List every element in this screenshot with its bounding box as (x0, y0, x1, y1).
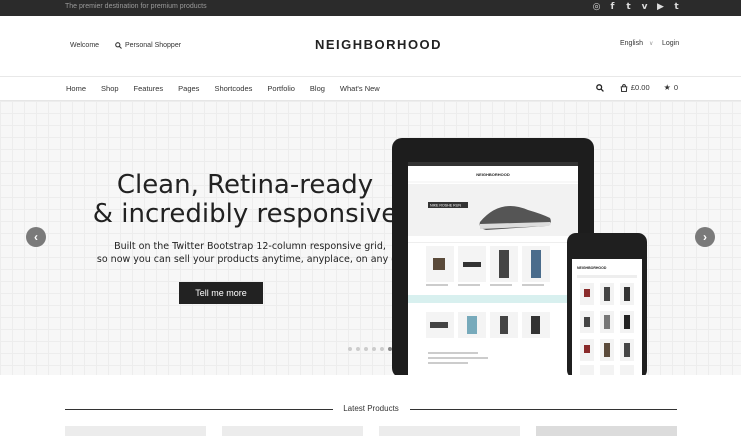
personal-shopper-label: Personal Shopper (125, 42, 182, 49)
tablet-logo: NEIGHBORHOOD (476, 172, 510, 177)
nav-item-shop[interactable]: Shop (101, 84, 119, 93)
social-links: ◎ f t v ▶ t (592, 2, 681, 13)
product-card[interactable] (65, 426, 206, 436)
product-grid (65, 426, 677, 436)
product-card[interactable] (536, 426, 677, 436)
tell-me-more-button[interactable]: Tell me more (179, 282, 263, 304)
phone-mockup: NEIGHBORHOOD (567, 233, 647, 375)
nav-item-shortcodes[interactable]: Shortcodes (214, 84, 252, 93)
cart-button[interactable]: £0.00 (620, 83, 650, 92)
nav-tools: £0.00 ★ 0 (596, 83, 678, 92)
personal-shopper-link[interactable]: Personal Shopper (115, 42, 181, 49)
slider-dot[interactable] (372, 347, 376, 351)
welcome-link[interactable]: Welcome (70, 42, 99, 49)
product-card[interactable] (222, 426, 363, 436)
hero-slider: Clean, Retina-ready & incredibly respons… (0, 101, 741, 375)
language-label: English (620, 40, 643, 47)
nav-item-whats-new[interactable]: What's New (340, 84, 380, 93)
hero-subtext-line2: so now you can sell your products anytim… (96, 254, 404, 265)
nav-item-blog[interactable]: Blog (310, 84, 325, 93)
vimeo-icon[interactable]: v (640, 2, 649, 13)
nav-item-pages[interactable]: Pages (178, 84, 199, 93)
wishlist-count: 0 (673, 83, 678, 92)
slider-dot[interactable] (364, 347, 368, 351)
nav-menu: Home Shop Features Pages Shortcodes Port… (66, 84, 395, 93)
facebook-icon[interactable]: f (608, 2, 617, 13)
youtube-icon[interactable]: ▶ (656, 2, 665, 13)
product-card[interactable] (379, 426, 520, 436)
wishlist-button[interactable]: ★ 0 (664, 83, 678, 92)
slider-dot-active[interactable] (388, 347, 392, 351)
slider-next-button[interactable]: › (695, 227, 715, 247)
slider-dot[interactable] (380, 347, 384, 351)
login-link[interactable]: Login (662, 40, 679, 47)
chevron-right-icon: › (703, 230, 707, 244)
dribbble-icon[interactable]: ◎ (592, 2, 601, 13)
hero-subtext: Built on the Twitter Bootstrap 12-column… (60, 240, 440, 266)
star-icon: ★ (663, 83, 671, 92)
top-bar: The premier destination for premium prod… (0, 0, 741, 16)
tablet-mockup: NEIGHBORHOOD NIKE ROSHE RUN (392, 138, 594, 375)
nav-item-home[interactable]: Home (66, 84, 86, 93)
nav-item-features[interactable]: Features (134, 84, 164, 93)
nav-item-portfolio[interactable]: Portfolio (267, 84, 295, 93)
language-selector[interactable]: English ∨ (620, 40, 653, 47)
shopping-bag-icon (620, 83, 628, 92)
slider-pagination (348, 347, 392, 351)
slider-dot[interactable] (348, 347, 352, 351)
slider-dot[interactable] (356, 347, 360, 351)
latest-products-heading: Latest Products (65, 403, 677, 415)
tablet-banner-text: NIKE ROSHE RUN (430, 204, 461, 208)
search-icon[interactable] (596, 83, 604, 92)
cart-total: £0.00 (630, 83, 650, 92)
search-icon (115, 42, 122, 49)
main-nav: Home Shop Features Pages Shortcodes Port… (0, 77, 741, 101)
tablet-screen: NEIGHBORHOOD NIKE ROSHE RUN (408, 162, 578, 375)
twitter-icon[interactable]: t (624, 2, 633, 13)
phone-screen: NEIGHBORHOOD (572, 259, 642, 375)
site-logo[interactable]: NEIGHBORHOOD (315, 37, 442, 52)
chevron-down-icon: ∨ (648, 41, 654, 47)
tagline: The premier destination for premium prod… (65, 3, 207, 10)
chevron-left-icon: ‹ (34, 230, 38, 244)
tumblr-icon[interactable]: t (672, 2, 681, 13)
hero-subtext-line1: Built on the Twitter Bootstrap 12-column… (114, 241, 386, 252)
phone-logo: NEIGHBORHOOD (577, 266, 607, 270)
site-header: Welcome Personal Shopper NEIGHBORHOOD En… (0, 16, 741, 77)
slider-prev-button[interactable]: ‹ (26, 227, 46, 247)
latest-products-title: Latest Products (343, 404, 399, 413)
